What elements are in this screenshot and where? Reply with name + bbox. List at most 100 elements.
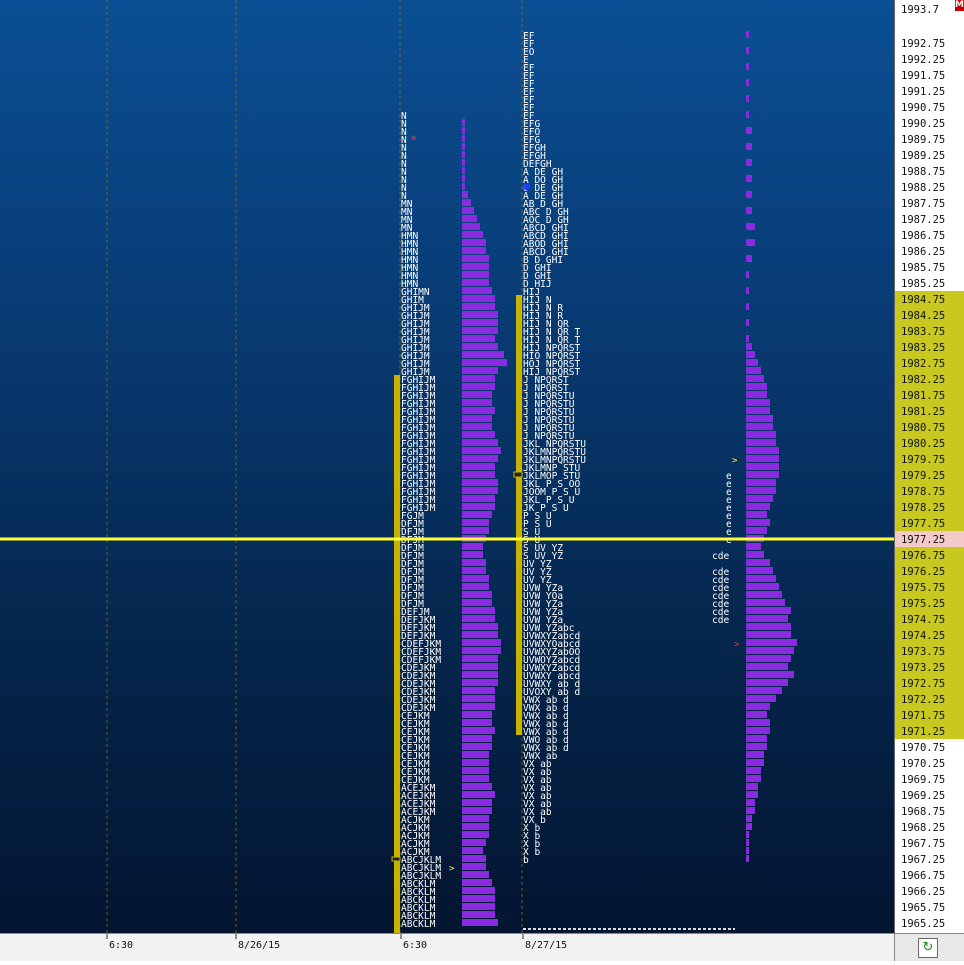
blue-marker <box>523 183 531 191</box>
price-tick-label: 1974.75 <box>901 614 945 626</box>
histogram-bar-left <box>462 815 489 822</box>
histogram-bar-left <box>462 471 495 478</box>
histogram-bar-left <box>462 671 498 678</box>
histogram-bar-right <box>746 519 770 526</box>
histogram-bar-right <box>746 343 752 350</box>
histogram-bar-left <box>462 839 486 846</box>
histogram-bar-left <box>462 271 489 278</box>
histogram-bar-right <box>746 359 758 366</box>
time-tick-label: 6:30 <box>403 940 427 951</box>
histogram-bar-right <box>746 47 749 54</box>
histogram-bar-right <box>746 719 770 726</box>
histogram-bar-left <box>462 127 465 134</box>
histogram-bar-right <box>746 431 776 438</box>
histogram-bar-right <box>746 375 764 382</box>
histogram-bar-left <box>462 767 489 774</box>
poc-marker <box>391 856 401 862</box>
histogram-bar-left <box>462 751 489 758</box>
histogram-bar-left <box>462 487 498 494</box>
histogram-bar-right <box>746 783 758 790</box>
price-tick-label: 1985.75 <box>901 262 945 274</box>
price-tick-label: 1973.75 <box>901 646 945 658</box>
histogram-bar-left <box>462 367 498 374</box>
histogram-bar-left <box>462 143 465 150</box>
histogram-bar-left <box>462 703 495 710</box>
price-axis[interactable]: 1993.7 1992.75 1992.25 1991.75 1991.25 1990.7… <box>894 0 964 933</box>
histogram-bar-left <box>462 823 489 830</box>
price-tick-label: 1977.25 <box>901 534 945 546</box>
histogram-bar-left <box>462 903 495 910</box>
time-tick-label: 8/27/15 <box>525 940 567 951</box>
histogram-bar-left <box>462 247 486 254</box>
price-tick-label: 1992.25 <box>901 54 945 66</box>
histogram-bar-right <box>746 111 749 118</box>
histogram-bar-right <box>746 383 767 390</box>
histogram-bar-left <box>462 631 498 638</box>
market-profile-chart: NNNNNNNNNNNMNMNMNMNHMNHMNHMNHMNHMNHMNHMN… <box>0 0 894 933</box>
histogram-bar-left <box>462 359 507 366</box>
histogram-bar-left <box>462 687 495 694</box>
histogram-bar-right <box>746 847 749 854</box>
price-tick-label: 1993.7 <box>901 4 939 16</box>
arrow-marker: > <box>449 864 455 874</box>
price-tick-label: 1981.75 <box>901 390 945 402</box>
histogram-bar-right <box>746 495 773 502</box>
histogram-bar-left <box>462 599 492 606</box>
histogram-bar-right <box>746 391 767 398</box>
histogram-bar-left <box>462 887 495 894</box>
price-tick-label: 1989.25 <box>901 150 945 162</box>
histogram-bar-left <box>462 295 495 302</box>
histogram-bar-right <box>746 647 794 654</box>
histogram-bar-left <box>462 799 492 806</box>
price-tick-label: 1970.75 <box>901 742 945 754</box>
histogram-bar-left <box>462 311 498 318</box>
histogram-bar-right <box>746 407 770 414</box>
histogram-bar-left <box>462 879 492 886</box>
chart-plot-area[interactable]: N N N N N N N N N N N MN MN MN MN HMN HMN HMN HMN HMN HMN HMN… <box>0 0 894 933</box>
histogram-bar-left <box>462 119 465 126</box>
time-axis-labels: 6:30 8/26/15 6:30 8/27/15 <box>106 934 567 951</box>
histogram-bar-left <box>462 559 486 566</box>
histogram-bar-left <box>462 447 501 454</box>
histogram-bar-left <box>462 351 504 358</box>
histogram-bar-left <box>462 415 492 422</box>
histogram-bar-right <box>746 751 764 758</box>
histogram-bar-left <box>462 215 477 222</box>
histogram-bar-right <box>746 823 752 830</box>
refresh-icon[interactable]: ↻ <box>918 938 938 958</box>
histogram-bar-left <box>462 151 465 158</box>
histogram-bar-right <box>746 575 776 582</box>
price-tick-label: 1972.25 <box>901 694 945 706</box>
histogram-bar-right <box>746 855 749 862</box>
histogram-bar-right <box>746 159 752 166</box>
histogram-bar-right <box>746 687 782 694</box>
histogram-bar-left <box>462 615 495 622</box>
price-tick-label: 1976.25 <box>901 566 945 578</box>
price-tick-label: 1977.75 <box>901 518 945 530</box>
price-tick-label: 1991.75 <box>901 70 945 82</box>
price-tick-label: 1990.75 <box>901 102 945 114</box>
histogram-bar-left <box>462 591 492 598</box>
price-tick-label: 1973.25 <box>901 662 945 674</box>
histogram-bar-left <box>462 679 498 686</box>
price-tick-label: 1968.75 <box>901 806 945 818</box>
histogram-bar-left <box>462 567 486 574</box>
time-axis[interactable]: 6:30 8/26/15 6:30 8/27/15 <box>0 933 894 961</box>
histogram-bar-right <box>746 423 773 430</box>
histogram-bar-left <box>462 759 489 766</box>
histogram-bar-left <box>462 239 486 246</box>
histogram-bar-left <box>462 335 495 342</box>
histogram-bar-left <box>462 743 492 750</box>
price-tick-label: 1988.75 <box>901 166 945 178</box>
histogram-bar-left <box>462 735 492 742</box>
histogram-bar-right <box>746 319 749 326</box>
axis-mode-badge[interactable]: M <box>955 0 964 11</box>
histogram-bar-right <box>746 735 767 742</box>
price-tick-label: 1967.25 <box>901 854 945 866</box>
histogram-bar-right <box>746 839 749 846</box>
histogram-bar-left <box>462 455 498 462</box>
histogram-bar-right <box>746 95 749 102</box>
histogram-bar-right <box>746 831 749 838</box>
histogram-bar-right <box>746 191 752 198</box>
histogram-bar-left <box>462 503 495 510</box>
